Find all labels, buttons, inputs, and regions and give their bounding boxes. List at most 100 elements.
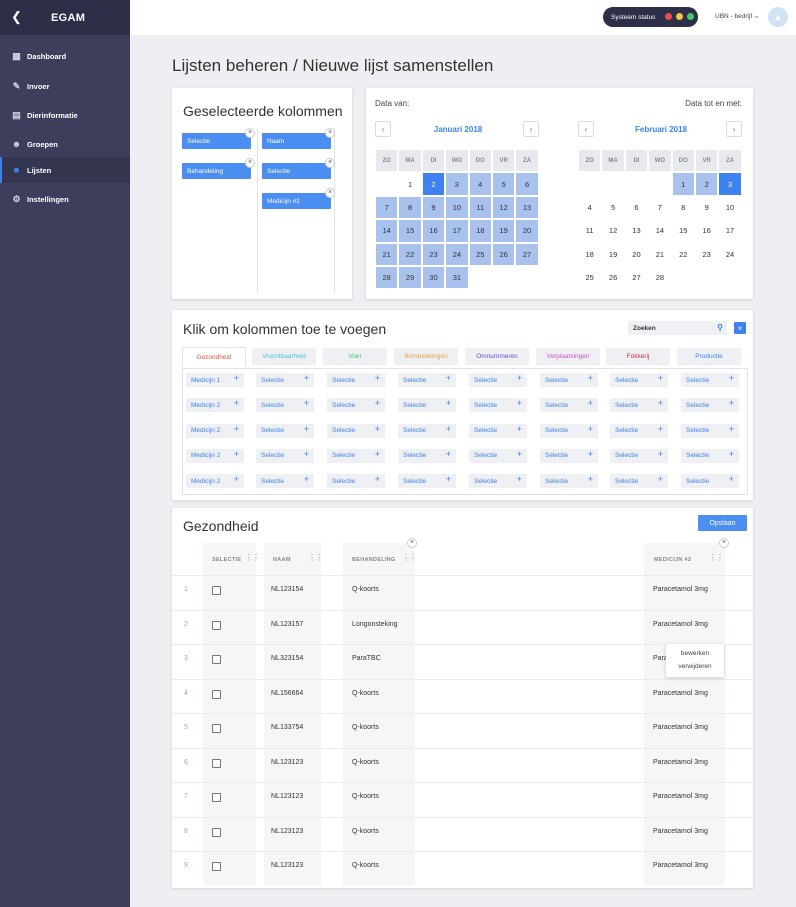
calendar-day[interactable]: 6	[624, 195, 649, 220]
column-option[interactable]: Selectie +	[610, 373, 668, 387]
calendar-day[interactable]: 29	[398, 265, 422, 290]
calendar-day[interactable]: 12	[601, 219, 625, 243]
calendar-day[interactable]: 10	[445, 195, 469, 220]
plus-icon[interactable]: +	[517, 474, 522, 484]
column-option[interactable]: Selectie +	[540, 448, 598, 463]
row-checkbox[interactable]	[212, 862, 221, 871]
calendar-day[interactable]: 18	[468, 219, 492, 243]
sidebar-item-groepen[interactable]: ☻ Groepen	[0, 131, 130, 157]
calendar-day[interactable]: 25	[468, 242, 492, 266]
avatar[interactable]: ▲	[768, 7, 788, 27]
plus-icon[interactable]: +	[658, 373, 663, 383]
calendar-day[interactable]: 3	[718, 172, 742, 196]
sidebar-item-dashboard[interactable]: ▩ Dashboard	[0, 43, 130, 69]
calendar-day[interactable]: 2	[421, 172, 446, 196]
column-option[interactable]: Selectie +	[681, 448, 739, 463]
column-chip[interactable]: Selectie ×	[262, 158, 335, 179]
plus-icon[interactable]: +	[588, 373, 593, 383]
search-icon[interactable]: ⚲	[717, 323, 723, 332]
cell-medicijn[interactable]: Paracetamol 3mg	[653, 724, 708, 731]
plus-icon[interactable]: +	[375, 424, 380, 434]
plus-icon[interactable]: +	[375, 449, 380, 459]
column-option[interactable]: Medicijn 2 +	[186, 398, 244, 413]
company-name[interactable]: UBN - bedrijf	[715, 13, 752, 20]
column-option[interactable]: Selectie +	[681, 474, 739, 489]
calendar-day[interactable]: 9	[694, 195, 719, 220]
row-checkbox[interactable]	[212, 793, 221, 802]
close-icon[interactable]: ×	[325, 128, 335, 138]
column-option[interactable]: Medicijn 2 +	[186, 423, 244, 438]
calendar-day[interactable]: 15	[398, 219, 422, 243]
calendar-day[interactable]: 11	[578, 219, 602, 243]
column-option[interactable]: Selectie +	[469, 474, 527, 489]
calendar-day[interactable]: 7	[648, 195, 672, 220]
column-option[interactable]: Selectie +	[540, 373, 598, 387]
column-option[interactable]: Selectie +	[398, 373, 456, 387]
plus-icon[interactable]: +	[304, 474, 309, 484]
menu-item-delete[interactable]: verwijderen	[666, 663, 724, 670]
calendar-day[interactable]: 13	[624, 219, 649, 243]
save-button[interactable]: Opslaan	[698, 515, 747, 531]
cell-medicijn[interactable]: Paracetamol 3mg	[653, 621, 708, 628]
plus-icon[interactable]: +	[446, 398, 451, 408]
plus-icon[interactable]: +	[588, 424, 593, 434]
plus-icon[interactable]: +	[446, 373, 451, 383]
calendar-day[interactable]: 5	[491, 172, 516, 196]
chevron-left-icon[interactable]: ❮	[11, 9, 22, 25]
search-input[interactable]: Zoeken ⚲	[628, 321, 727, 335]
plus-icon[interactable]: +	[517, 449, 522, 459]
column-option[interactable]: Selectie +	[398, 423, 456, 438]
plus-icon[interactable]: +	[234, 373, 239, 383]
calendar-day[interactable]: 24	[718, 242, 742, 266]
row-checkbox[interactable]	[212, 586, 221, 595]
calendar-day[interactable]: 4	[578, 195, 602, 220]
row-checkbox[interactable]	[212, 758, 221, 768]
close-button[interactable]: ×	[734, 322, 746, 334]
cell-medicijn[interactable]: Paracetamol 3mg	[653, 793, 708, 800]
tab-verplaatsingen[interactable]: Verplaatsingen	[536, 348, 600, 365]
column-option[interactable]: Selectie +	[398, 448, 456, 463]
plus-icon[interactable]: +	[234, 449, 239, 459]
tab-gezondheid[interactable]: Gezondheid	[182, 347, 246, 367]
cell-medicijn[interactable]: Paracetamol 3mg	[653, 862, 708, 869]
calendar-day[interactable]: 26	[491, 242, 516, 266]
chevron-down-icon[interactable]: ⌄	[753, 10, 761, 21]
column-option[interactable]: Selectie +	[327, 423, 385, 438]
column-option[interactable]: Selectie +	[327, 398, 385, 413]
calendar-day[interactable]: 24	[445, 242, 469, 266]
plus-icon[interactable]: +	[658, 449, 663, 459]
column-option[interactable]: Selectie +	[256, 398, 314, 413]
calendar-day[interactable]: 18	[578, 242, 602, 266]
calendar-day[interactable]: 12	[491, 195, 516, 220]
plus-icon[interactable]: +	[517, 424, 522, 434]
calendar-day[interactable]: 14	[375, 219, 399, 243]
calendar-day[interactable]: 22	[398, 242, 422, 266]
column-option[interactable]: Selectie +	[540, 474, 598, 489]
plus-icon[interactable]: +	[658, 474, 663, 484]
column-option[interactable]: Selectie +	[469, 423, 527, 438]
calendar-day[interactable]: 1	[398, 172, 422, 196]
plus-icon[interactable]: +	[729, 449, 734, 459]
plus-icon[interactable]: +	[375, 373, 380, 383]
sidebar-item-invoer[interactable]: ✎ Invoer	[0, 73, 130, 99]
drag-handle-icon[interactable]: ⋮⋮	[402, 553, 417, 562]
plus-icon[interactable]: +	[304, 424, 309, 434]
plus-icon[interactable]: +	[446, 424, 451, 434]
calendar-day[interactable]: 19	[491, 219, 516, 243]
plus-icon[interactable]: +	[375, 474, 380, 484]
tab-productie[interactable]: Productie	[677, 348, 741, 365]
cell-medicijn[interactable]: Paracetamol 3mg	[653, 586, 708, 593]
row-checkbox[interactable]	[212, 655, 221, 664]
calendar-day[interactable]: 23	[421, 242, 446, 266]
prev-month-button[interactable]: ‹	[578, 121, 594, 137]
calendar-day[interactable]: 7	[375, 195, 399, 220]
plus-icon[interactable]: +	[304, 449, 309, 459]
calendar-day[interactable]: 28	[375, 265, 399, 290]
calendar-day[interactable]: 4	[468, 172, 492, 196]
column-option[interactable]: Selectie +	[469, 373, 527, 387]
row-checkbox[interactable]	[212, 620, 221, 630]
system-status[interactable]: Systeem status	[603, 7, 698, 27]
calendar-day[interactable]: 10	[718, 195, 742, 220]
close-icon[interactable]: ×	[245, 128, 255, 138]
plus-icon[interactable]: +	[588, 474, 593, 484]
